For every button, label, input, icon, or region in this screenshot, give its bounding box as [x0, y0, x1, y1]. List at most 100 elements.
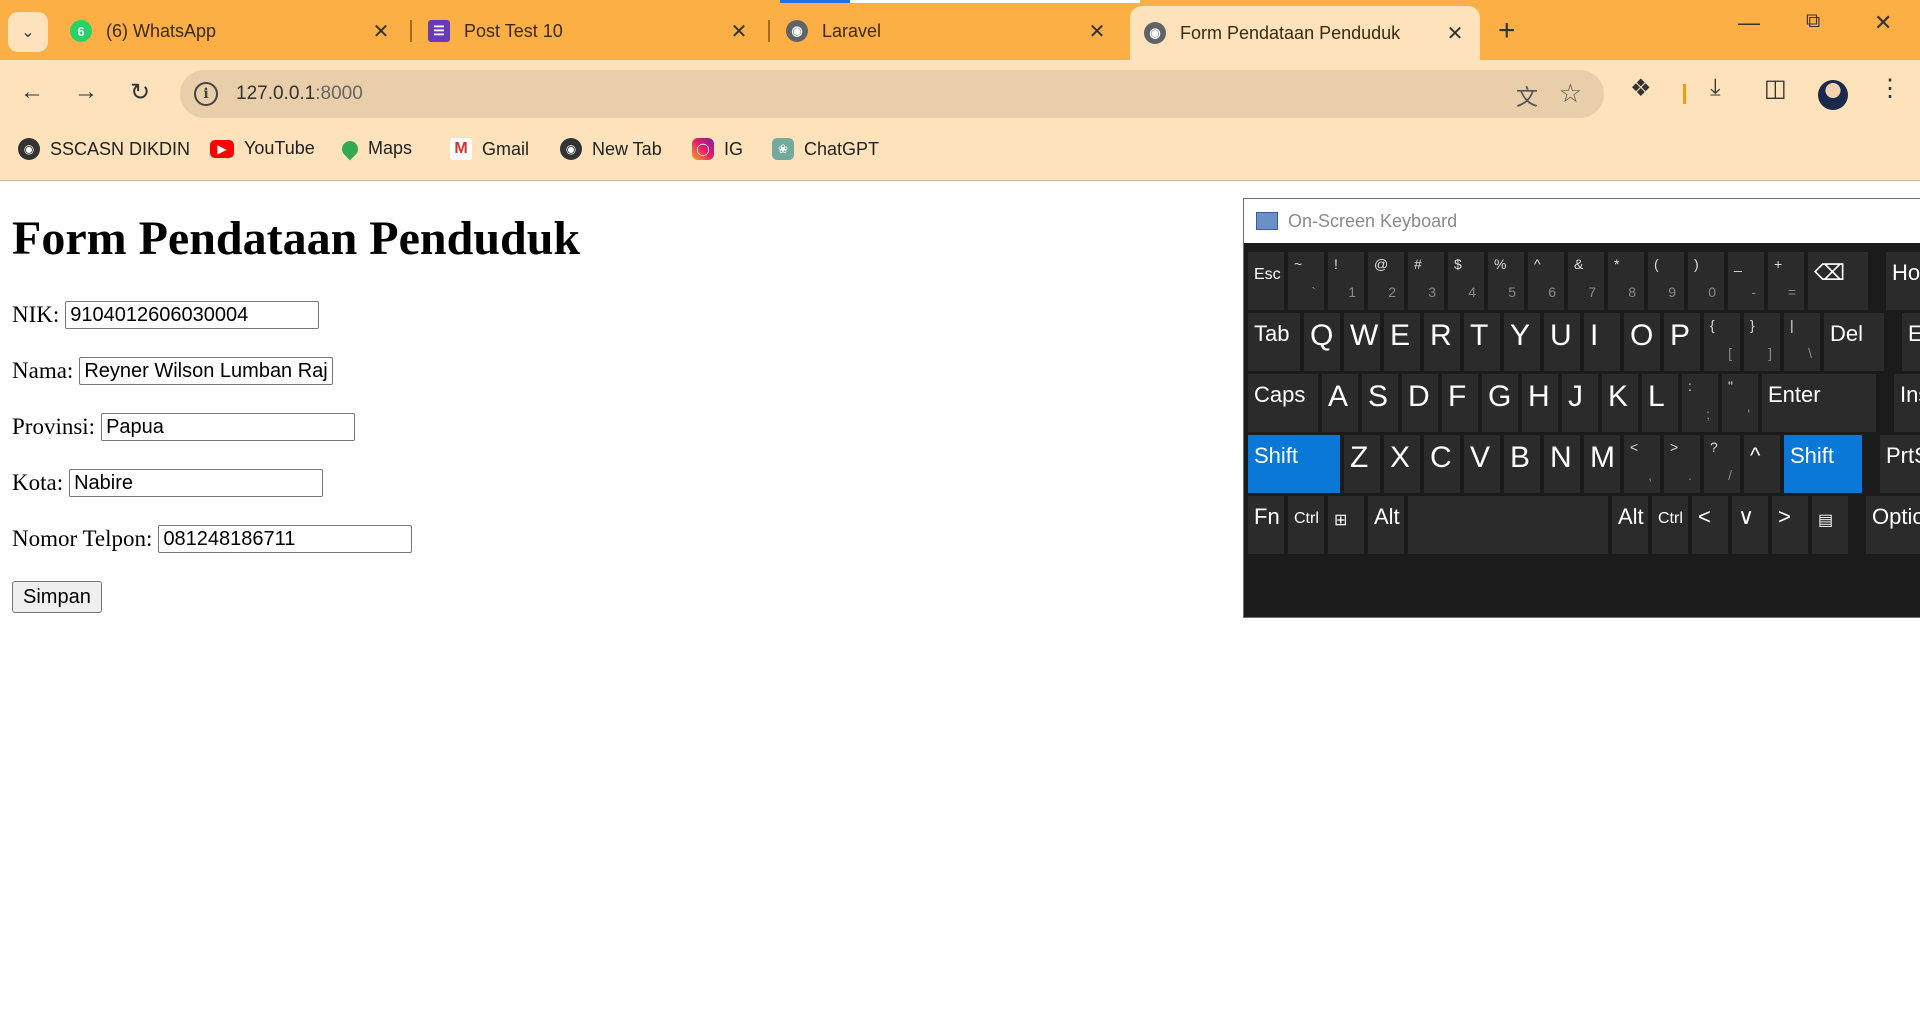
key-a[interactable]: A: [1322, 374, 1358, 432]
back-icon[interactable]: ←: [14, 74, 50, 110]
key-x[interactable]: X: [1384, 435, 1420, 493]
key-sym0-6[interactable]: % 5: [1488, 252, 1524, 310]
key-sym4-8[interactable]: ∨: [1732, 496, 1768, 554]
key-sym0-13[interactable]: + =: [1768, 252, 1804, 310]
key-sym0-4[interactable]: #3: [1408, 252, 1444, 310]
key-sym0-11[interactable]: ) 0: [1688, 252, 1724, 310]
key-sym0-8[interactable]: & 7: [1568, 252, 1604, 310]
key-e[interactable]: E: [1384, 313, 1420, 371]
download-icon[interactable]: ⤓: [1710, 74, 1721, 102]
key-sym4-7[interactable]: <: [1692, 496, 1728, 554]
key-c[interactable]: C: [1424, 435, 1460, 493]
bookmark-sscasn[interactable]: ◉ SSCASN DIKDIN: [18, 138, 190, 160]
tab-search-button[interactable]: ⌄: [8, 12, 48, 52]
key-end[interactable]: End: [1902, 313, 1920, 371]
tab-form-pendataan[interactable]: ◉ Form Pendataan Penduduk ✕: [1130, 6, 1480, 60]
key-f[interactable]: F: [1442, 374, 1478, 432]
key-z[interactable]: Z: [1344, 435, 1380, 493]
key-space[interactable]: [1408, 496, 1608, 554]
key-prtscn[interactable]: PrtScn: [1880, 435, 1920, 493]
key-d[interactable]: D: [1402, 374, 1438, 432]
key-l[interactable]: L: [1642, 374, 1678, 432]
key-home[interactable]: Home: [1886, 252, 1920, 310]
key-sym0-10[interactable]: (9: [1648, 252, 1684, 310]
key-b[interactable]: B: [1504, 435, 1540, 493]
key-m[interactable]: M: [1584, 435, 1620, 493]
restore-icon[interactable]: ⧉: [1806, 10, 1820, 33]
key-sym2-11[interactable]: " ': [1722, 374, 1758, 432]
key-shift[interactable]: Shift: [1784, 435, 1862, 493]
key-sym1-12[interactable]: }]: [1744, 313, 1780, 371]
key-sym3-8[interactable]: <,: [1624, 435, 1660, 493]
key-shift[interactable]: Shift: [1248, 435, 1340, 493]
new-tab-button[interactable]: +: [1498, 14, 1516, 48]
simpan-button[interactable]: Simpan: [12, 581, 102, 613]
key-alt[interactable]: Alt: [1368, 496, 1404, 554]
provinsi-input[interactable]: [101, 413, 356, 441]
key-r[interactable]: R: [1424, 313, 1460, 371]
nik-input[interactable]: [65, 301, 320, 329]
key-sym0-9[interactable]: * 8: [1608, 252, 1644, 310]
bookmark-chatgpt[interactable]: ❀ ChatGPT: [772, 138, 879, 160]
side-panel-icon[interactable]: ◫: [1764, 74, 1787, 103]
key-y[interactable]: Y: [1504, 313, 1540, 371]
key-options[interactable]: Options: [1866, 496, 1920, 554]
close-icon[interactable]: ✕: [724, 19, 754, 44]
key-j[interactable]: J: [1562, 374, 1598, 432]
key-i[interactable]: I: [1584, 313, 1620, 371]
key-sym4-10[interactable]: ▤: [1812, 496, 1848, 554]
bookmark-ig[interactable]: ◯ IG: [692, 138, 743, 160]
nama-input[interactable]: [79, 357, 334, 385]
key-v[interactable]: V: [1464, 435, 1500, 493]
key-h[interactable]: H: [1522, 374, 1558, 432]
key-sym3-9[interactable]: >.: [1664, 435, 1700, 493]
address-url[interactable]: 127.0.0.1:8000: [236, 83, 363, 105]
key-u[interactable]: U: [1544, 313, 1580, 371]
key-sym4-2[interactable]: ⊞: [1328, 496, 1364, 554]
bookmark-star-icon[interactable]: ☆: [1559, 78, 1582, 109]
key-q[interactable]: Q: [1304, 313, 1340, 371]
key-ctrl[interactable]: Ctrl: [1652, 496, 1688, 554]
key-esc[interactable]: Esc: [1248, 252, 1284, 310]
key-sym1-13[interactable]: | \: [1784, 313, 1820, 371]
key-sym2-10[interactable]: :;: [1682, 374, 1718, 432]
key-tab[interactable]: Tab: [1248, 313, 1300, 371]
translate-icon[interactable]: 文: [1516, 80, 1538, 112]
window-close-icon[interactable]: ✕: [1874, 10, 1892, 36]
tab-whatsapp[interactable]: 6 (6) WhatsApp ✕: [56, 8, 406, 54]
key-sym1-11[interactable]: {[: [1704, 313, 1740, 371]
bookmark-new-tab[interactable]: ◉ New Tab: [560, 138, 662, 160]
forward-icon[interactable]: →: [68, 74, 104, 110]
close-icon[interactable]: ✕: [366, 19, 396, 44]
key-s[interactable]: S: [1362, 374, 1398, 432]
key-o[interactable]: O: [1624, 313, 1660, 371]
key-sym4-9[interactable]: >: [1772, 496, 1808, 554]
key-insert[interactable]: Insert: [1894, 374, 1920, 432]
extensions-icon[interactable]: ❖: [1630, 74, 1652, 103]
key-sym0-2[interactable]: ! 1: [1328, 252, 1364, 310]
tab-post-test[interactable]: ☰ Post Test 10 ✕: [414, 8, 764, 54]
telpon-input[interactable]: [158, 525, 413, 553]
key-w[interactable]: W: [1344, 313, 1380, 371]
close-icon[interactable]: ✕: [1082, 19, 1112, 44]
key-sym3-10[interactable]: ? /: [1704, 435, 1740, 493]
site-info-icon[interactable]: i: [194, 82, 218, 106]
key-enter[interactable]: Enter: [1762, 374, 1876, 432]
key-caps[interactable]: Caps: [1248, 374, 1318, 432]
key-sym0-12[interactable]: _ -: [1728, 252, 1764, 310]
key-ctrl[interactable]: Ctrl: [1288, 496, 1324, 554]
menu-icon[interactable]: ⋮: [1878, 74, 1902, 103]
reload-icon[interactable]: ↻: [122, 74, 158, 110]
key-sym0-1[interactable]: ~ `: [1288, 252, 1324, 310]
key-alt[interactable]: Alt: [1612, 496, 1648, 554]
address-bar[interactable]: i 127.0.0.1:8000 文 ☆: [180, 70, 1604, 118]
bookmark-youtube[interactable]: ▶ YouTube: [210, 138, 315, 159]
key-n[interactable]: N: [1544, 435, 1580, 493]
bookmark-gmail[interactable]: M Gmail: [450, 138, 529, 160]
key-sym0-14[interactable]: ⌫: [1808, 252, 1868, 310]
key-t[interactable]: T: [1464, 313, 1500, 371]
key-sym3-11[interactable]: ^: [1744, 435, 1780, 493]
close-icon[interactable]: ✕: [1440, 21, 1470, 46]
kota-input[interactable]: [69, 469, 324, 497]
minimize-icon[interactable]: —: [1738, 10, 1760, 36]
